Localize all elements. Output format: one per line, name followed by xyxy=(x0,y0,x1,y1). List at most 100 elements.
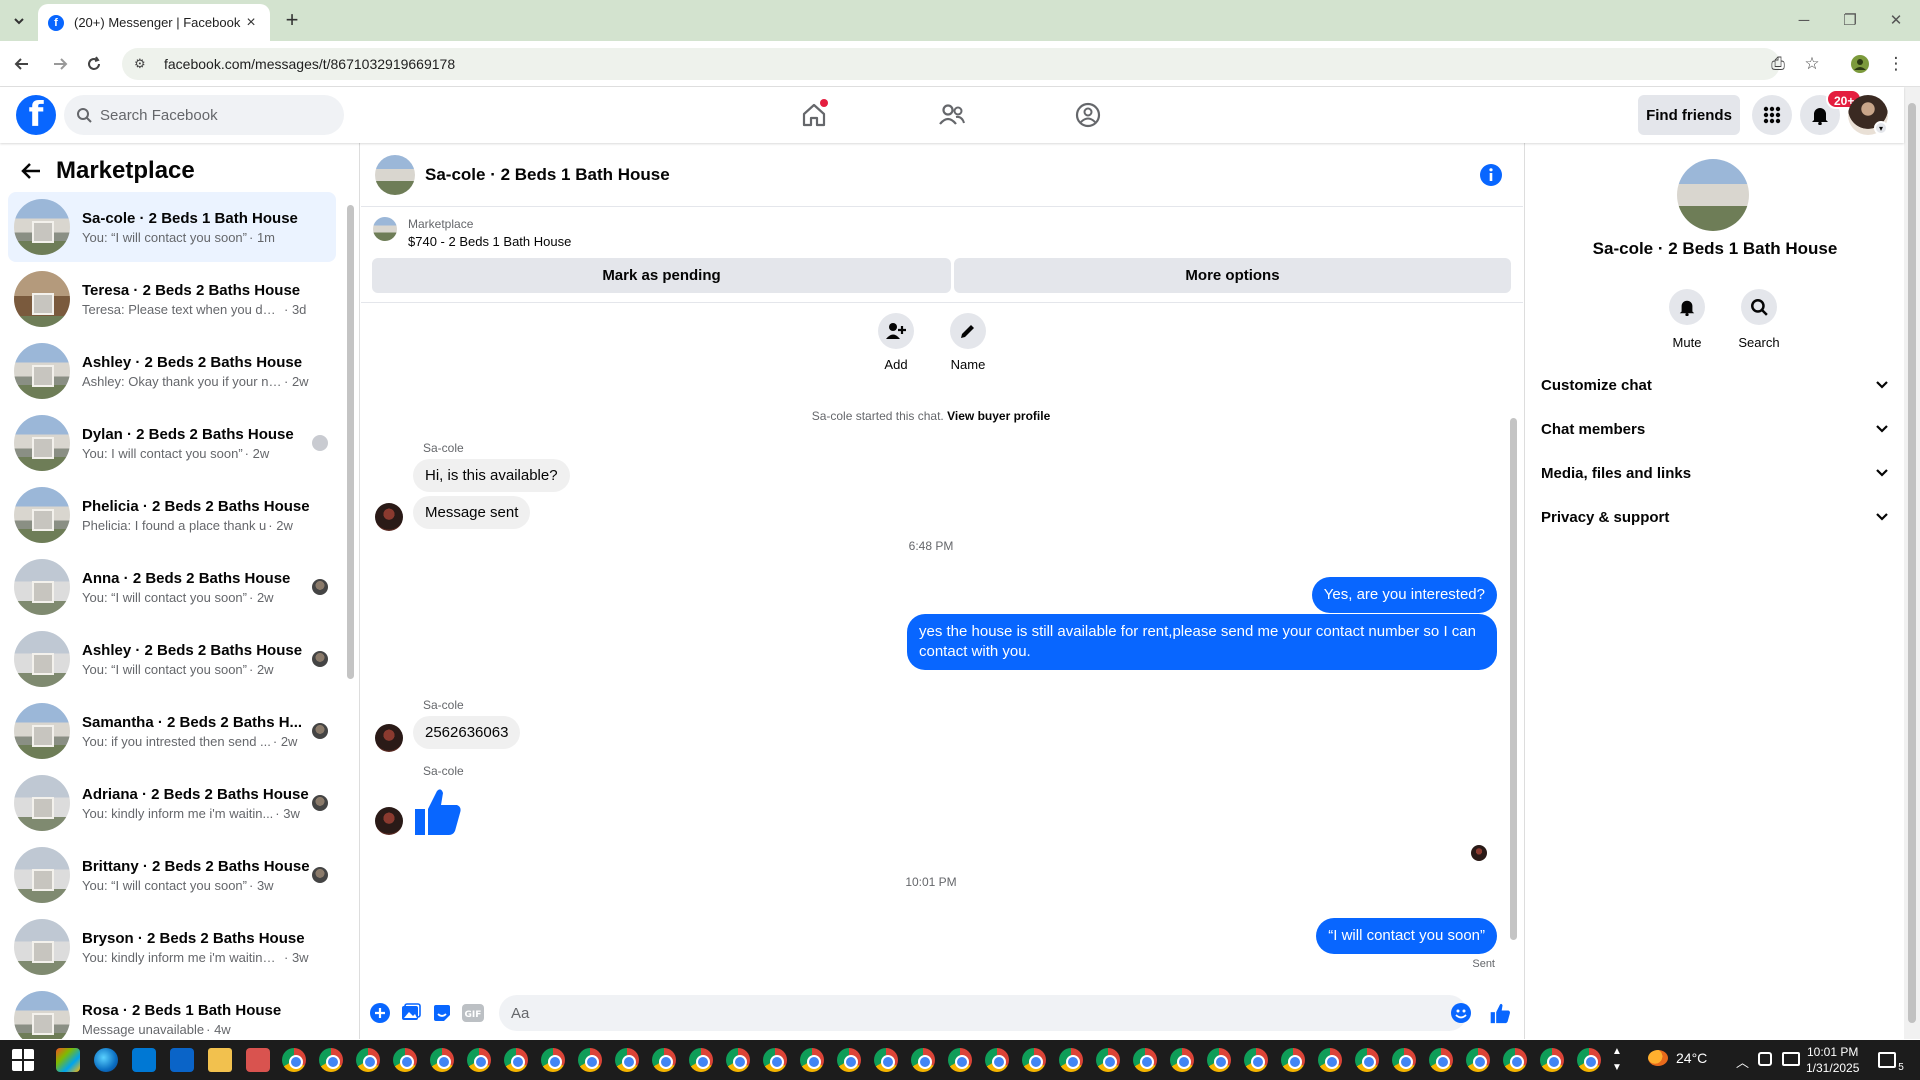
sidebar-scrollbar[interactable] xyxy=(344,191,356,1027)
file-explorer-icon[interactable] xyxy=(208,1048,232,1072)
chrome-icon[interactable] xyxy=(467,1048,491,1072)
send-like-button[interactable] xyxy=(1488,1001,1512,1025)
chrome-icon[interactable] xyxy=(1577,1048,1601,1072)
info-icon[interactable] xyxy=(1479,163,1503,187)
chrome-icon[interactable] xyxy=(652,1048,676,1072)
chrome-icon[interactable] xyxy=(1466,1048,1490,1072)
chat-members-section[interactable]: Chat members xyxy=(1541,407,1889,451)
close-window-button[interactable]: ✕ xyxy=(1876,6,1916,34)
back-arrow-icon[interactable] xyxy=(20,160,42,182)
conversation-item[interactable]: Anna · 2 Beds 2 Baths House You: “I will… xyxy=(8,552,336,622)
conversation-item[interactable]: Brittany · 2 Beds 2 Baths House You: “I … xyxy=(8,840,336,910)
chrome-icon[interactable] xyxy=(1503,1048,1527,1072)
reload-button[interactable] xyxy=(80,50,108,78)
sender-avatar[interactable] xyxy=(375,724,403,752)
page-scrollbar-thumb[interactable] xyxy=(1908,103,1916,1023)
network-icon[interactable] xyxy=(1782,1052,1800,1066)
media-files-links-section[interactable]: Media, files and links xyxy=(1541,451,1889,495)
back-button[interactable] xyxy=(8,50,36,78)
conversation-item[interactable]: Samantha · 2 Beds 2 Baths H... You: if y… xyxy=(8,696,336,766)
conversation-item[interactable]: Ashley · 2 Beds 2 Baths House You: “I wi… xyxy=(8,624,336,694)
more-actions-button[interactable] xyxy=(368,1001,392,1025)
chrome-icon[interactable] xyxy=(948,1048,972,1072)
view-buyer-profile-link[interactable]: View buyer profile xyxy=(947,409,1050,423)
chat-avatar[interactable] xyxy=(375,154,415,195)
groups-nav-button[interactable] xyxy=(1068,95,1108,135)
friends-nav-button[interactable] xyxy=(932,95,972,135)
conversation-item[interactable]: Bryson · 2 Beds 2 Baths House You: kindl… xyxy=(8,912,336,982)
chrome-icon[interactable] xyxy=(1281,1048,1305,1072)
chrome-icon[interactable] xyxy=(356,1048,380,1072)
weather-widget[interactable]: 24°C xyxy=(1648,1050,1707,1066)
outgoing-message[interactable]: Yes, are you interested? xyxy=(1311,577,1497,613)
install-app-icon[interactable]: ⎙ xyxy=(1766,52,1790,76)
chrome-icon[interactable] xyxy=(911,1048,935,1072)
listing-thumbnail[interactable] xyxy=(373,217,397,241)
conversation-item[interactable]: Phelicia · 2 Beds 2 Baths House Phelicia… xyxy=(8,480,336,550)
edit-name-button[interactable]: Name xyxy=(938,313,998,372)
chrome-icon[interactable] xyxy=(578,1048,602,1072)
tab-close-icon[interactable]: × xyxy=(242,14,260,32)
chrome-icon[interactable] xyxy=(1355,1048,1379,1072)
chrome-icon[interactable] xyxy=(504,1048,528,1072)
conversation-item[interactable]: Adriana · 2 Beds 2 Baths House You: kind… xyxy=(8,768,336,838)
search-in-chat-button[interactable]: Search xyxy=(1729,289,1789,350)
conversation-item[interactable]: Ashley · 2 Beds 2 Baths House Ashley: Ok… xyxy=(8,336,336,406)
chrome-icon[interactable] xyxy=(541,1048,565,1072)
thumbs-up-sticker-icon[interactable] xyxy=(411,785,463,837)
incoming-message[interactable]: Hi, is this available? xyxy=(413,459,570,492)
chrome-icon[interactable] xyxy=(726,1048,750,1072)
show-hidden-icons-chevron-icon[interactable]: ︿ xyxy=(1736,1052,1749,1071)
chrome-icon[interactable] xyxy=(430,1048,454,1072)
minimize-button[interactable]: ─ xyxy=(1784,6,1824,34)
mute-button[interactable]: Mute xyxy=(1657,289,1717,350)
chrome-icon[interactable] xyxy=(1133,1048,1157,1072)
chrome-icon[interactable] xyxy=(615,1048,639,1072)
chrome-icon[interactable] xyxy=(800,1048,824,1072)
message-input[interactable] xyxy=(499,995,1467,1031)
copilot-icon[interactable] xyxy=(56,1048,80,1072)
tray-app-icon[interactable] xyxy=(1758,1052,1772,1066)
chrome-icon[interactable] xyxy=(985,1048,1009,1072)
chat-title[interactable]: Sa-cole · 2 Beds 1 Bath House xyxy=(425,165,670,185)
conversation-item[interactable]: Dylan · 2 Beds 2 Baths House You: I will… xyxy=(8,408,336,478)
bookmark-star-icon[interactable]: ☆ xyxy=(1800,52,1824,76)
chat-scrollbar[interactable] xyxy=(1507,303,1519,979)
snipping-tool-icon[interactable] xyxy=(246,1048,270,1072)
sender-avatar[interactable] xyxy=(375,807,403,835)
chrome-icon[interactable] xyxy=(1170,1048,1194,1072)
listing-title[interactable]: $740 - 2 Beds 1 Bath House xyxy=(408,234,571,249)
sidebar-scrollbar-thumb[interactable] xyxy=(347,205,354,679)
chrome-icon[interactable] xyxy=(1059,1048,1083,1072)
home-nav-button[interactable] xyxy=(794,95,834,135)
chrome-icon[interactable] xyxy=(1429,1048,1453,1072)
outlook-icon[interactable] xyxy=(170,1048,194,1072)
conversation-item[interactable]: Teresa · 2 Beds 2 Baths House Teresa: Pl… xyxy=(8,264,336,334)
store-icon[interactable] xyxy=(132,1048,156,1072)
browser-tab[interactable]: f (20+) Messenger | Facebook × xyxy=(38,4,270,41)
taskbar-clock[interactable]: 10:01 PM 1/31/2025 xyxy=(1806,1044,1859,1076)
privacy-support-section[interactable]: Privacy & support xyxy=(1541,495,1889,539)
browser-profile-icon[interactable] xyxy=(1848,52,1872,76)
address-bar[interactable]: ⚙ facebook.com/messages/t/86710329196691… xyxy=(122,48,1780,80)
chrome-icon[interactable] xyxy=(763,1048,787,1072)
customize-chat-section[interactable]: Customize chat xyxy=(1541,363,1889,407)
incoming-message[interactable]: 2562636063 xyxy=(413,716,521,749)
mark-as-pending-button[interactable]: Mark as pending xyxy=(372,258,951,293)
chrome-icon[interactable] xyxy=(1318,1048,1342,1072)
chrome-icon[interactable] xyxy=(1540,1048,1564,1072)
chat-scrollbar-thumb[interactable] xyxy=(1510,418,1517,940)
tab-search-button[interactable] xyxy=(8,10,30,32)
chrome-icon[interactable] xyxy=(689,1048,713,1072)
new-tab-button[interactable]: + xyxy=(280,9,304,33)
more-options-button[interactable]: More options xyxy=(954,258,1511,293)
chrome-icon[interactable] xyxy=(1392,1048,1416,1072)
browser-menu-icon[interactable]: ⋮ xyxy=(1884,52,1908,76)
chrome-icon[interactable] xyxy=(837,1048,861,1072)
find-friends-button[interactable]: Find friends xyxy=(1638,95,1740,135)
page-scrollbar[interactable] xyxy=(1904,87,1920,1039)
facebook-search-input[interactable]: Search Facebook xyxy=(64,95,344,135)
conversation-item[interactable]: Rosa · 2 Beds 1 Bath House Message unava… xyxy=(8,984,336,1039)
conversation-item[interactable]: Sa-cole · 2 Beds 1 Bath House You: “I wi… xyxy=(8,192,336,262)
outgoing-message[interactable]: yes the house is still available for ren… xyxy=(907,614,1497,670)
